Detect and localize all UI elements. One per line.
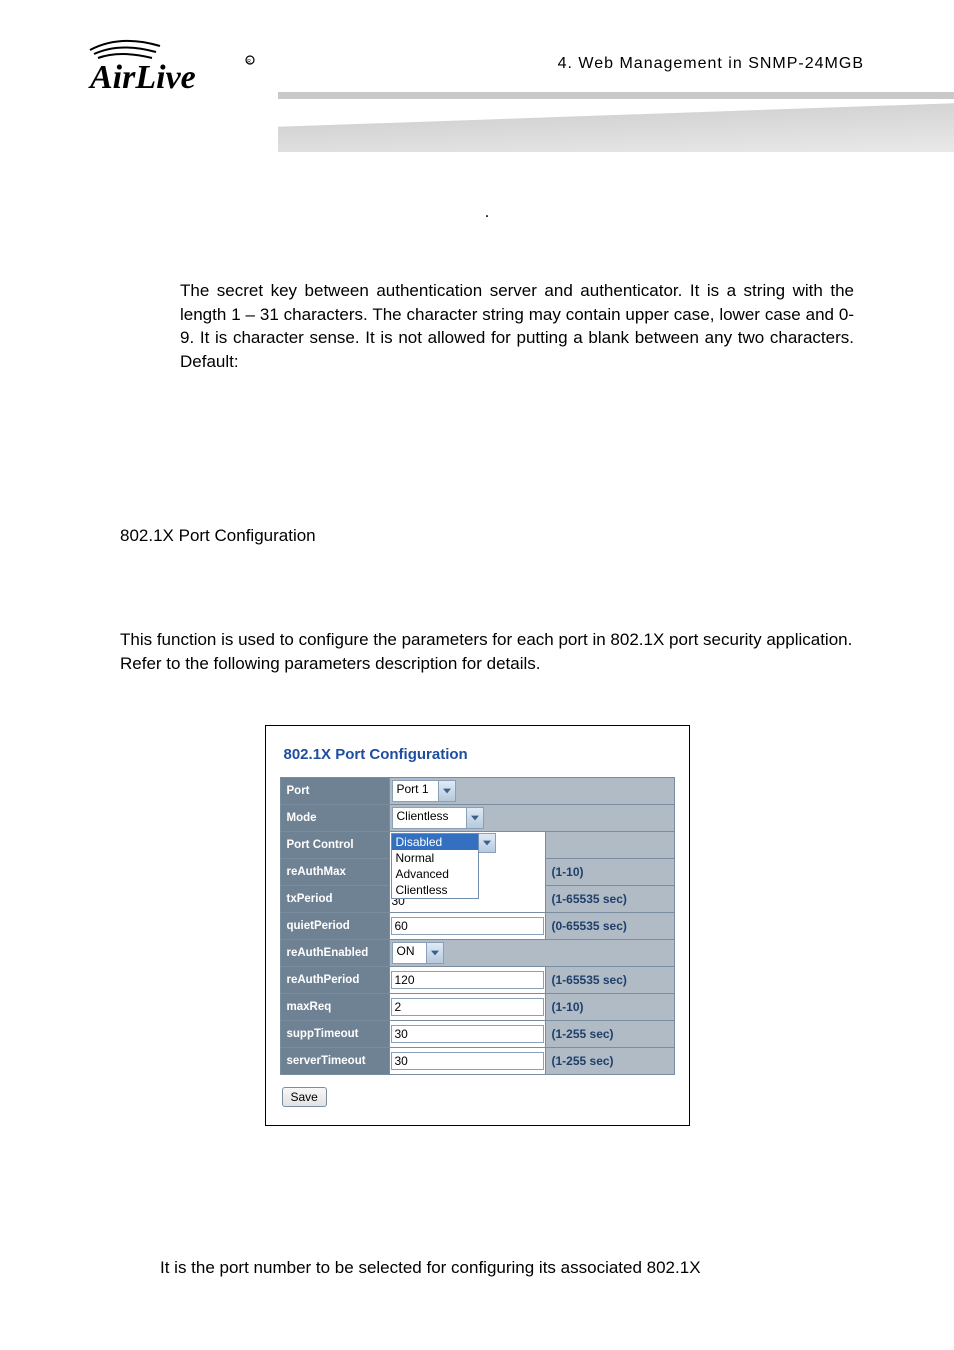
servertimeout-input[interactable]: 30 bbox=[391, 1052, 544, 1070]
label-supptimeout: suppTimeout bbox=[280, 1021, 389, 1048]
table-row: serverTimeout 30 (1-255 sec) bbox=[280, 1048, 674, 1075]
table-row: maxReq 2 (1-10) bbox=[280, 994, 674, 1021]
table-row: reAuthEnabled ON bbox=[280, 940, 674, 967]
range-txperiod: (1-65535 sec) bbox=[545, 886, 674, 913]
label-reauthperiod: reAuthPeriod bbox=[280, 967, 389, 994]
list-item[interactable]: Disabled bbox=[392, 834, 478, 850]
table-row: Port Port 1 bbox=[280, 778, 674, 805]
table-row: reAuthPeriod 120 (1-65535 sec) bbox=[280, 967, 674, 994]
config-title: 802.1X Port Configuration bbox=[284, 746, 675, 763]
table-row: Port Control Disabled Normal Advanced Cl… bbox=[280, 832, 674, 859]
label-quietperiod: quietPeriod bbox=[280, 913, 389, 940]
label-reauthenabled: reAuthEnabled bbox=[280, 940, 389, 967]
config-table: Port Port 1 Mode Clientless bbox=[280, 777, 675, 1075]
chapter-label: 4. Web Management in SNMP-24MGB bbox=[558, 55, 864, 73]
list-item[interactable]: Clientless bbox=[392, 882, 478, 898]
table-row: quietPeriod 60 (0-65535 sec) bbox=[280, 913, 674, 940]
supptimeout-input[interactable]: 30 bbox=[391, 1025, 544, 1043]
reauthperiod-input[interactable]: 120 bbox=[391, 971, 544, 989]
maxreq-input[interactable]: 2 bbox=[391, 998, 544, 1016]
range-reauthperiod: (1-65535 sec) bbox=[545, 967, 674, 994]
table-row: suppTimeout 30 (1-255 sec) bbox=[280, 1021, 674, 1048]
chevron-down-icon bbox=[438, 781, 455, 801]
save-button[interactable]: Save bbox=[282, 1087, 327, 1107]
list-item[interactable]: Advanced bbox=[392, 866, 478, 882]
reauthenabled-select[interactable]: ON bbox=[392, 942, 444, 964]
list-item[interactable]: Normal bbox=[392, 850, 478, 866]
port-select[interactable]: Port 1 bbox=[392, 780, 456, 802]
label-port-control: Port Control bbox=[280, 832, 389, 859]
svg-text:R: R bbox=[247, 59, 251, 65]
range-quietperiod: (0-65535 sec) bbox=[545, 913, 674, 940]
config-screenshot: 802.1X Port Configuration Port Port 1 Mo… bbox=[265, 725, 690, 1126]
label-txperiod: txPeriod bbox=[280, 886, 389, 913]
brand-logo: AirLive R bbox=[60, 30, 270, 100]
port-control-listbox[interactable]: Disabled Normal Advanced Clientless bbox=[391, 833, 479, 899]
quietperiod-input[interactable]: 60 bbox=[391, 917, 544, 935]
range-servertimeout: (1-255 sec) bbox=[545, 1048, 674, 1075]
label-reauthmax: reAuthMax bbox=[280, 859, 389, 886]
label-mode: Mode bbox=[280, 805, 389, 832]
label-maxreq: maxReq bbox=[280, 994, 389, 1021]
table-row: Mode Clientless bbox=[280, 805, 674, 832]
range-maxreq: (1-10) bbox=[545, 994, 674, 1021]
label-servertimeout: serverTimeout bbox=[280, 1048, 389, 1075]
mode-select[interactable]: Clientless bbox=[392, 807, 484, 829]
header-band bbox=[278, 92, 954, 152]
chevron-down-icon bbox=[466, 808, 483, 828]
paragraph-function-desc: This function is used to configure the p… bbox=[120, 628, 854, 676]
paragraph-port-desc: It is the port number to be selected for… bbox=[160, 1256, 854, 1280]
paragraph-secret-key: The secret key between authentication se… bbox=[180, 279, 854, 374]
svg-text:AirLive: AirLive bbox=[88, 59, 196, 96]
range-reauthmax: (1-10) bbox=[545, 859, 674, 886]
range-supptimeout: (1-255 sec) bbox=[545, 1021, 674, 1048]
chevron-down-icon bbox=[426, 943, 443, 963]
section-heading: 802.1X Port Configuration bbox=[120, 524, 854, 548]
dot-text: . bbox=[120, 200, 854, 224]
label-port: Port bbox=[280, 778, 389, 805]
chevron-down-icon bbox=[478, 833, 496, 853]
